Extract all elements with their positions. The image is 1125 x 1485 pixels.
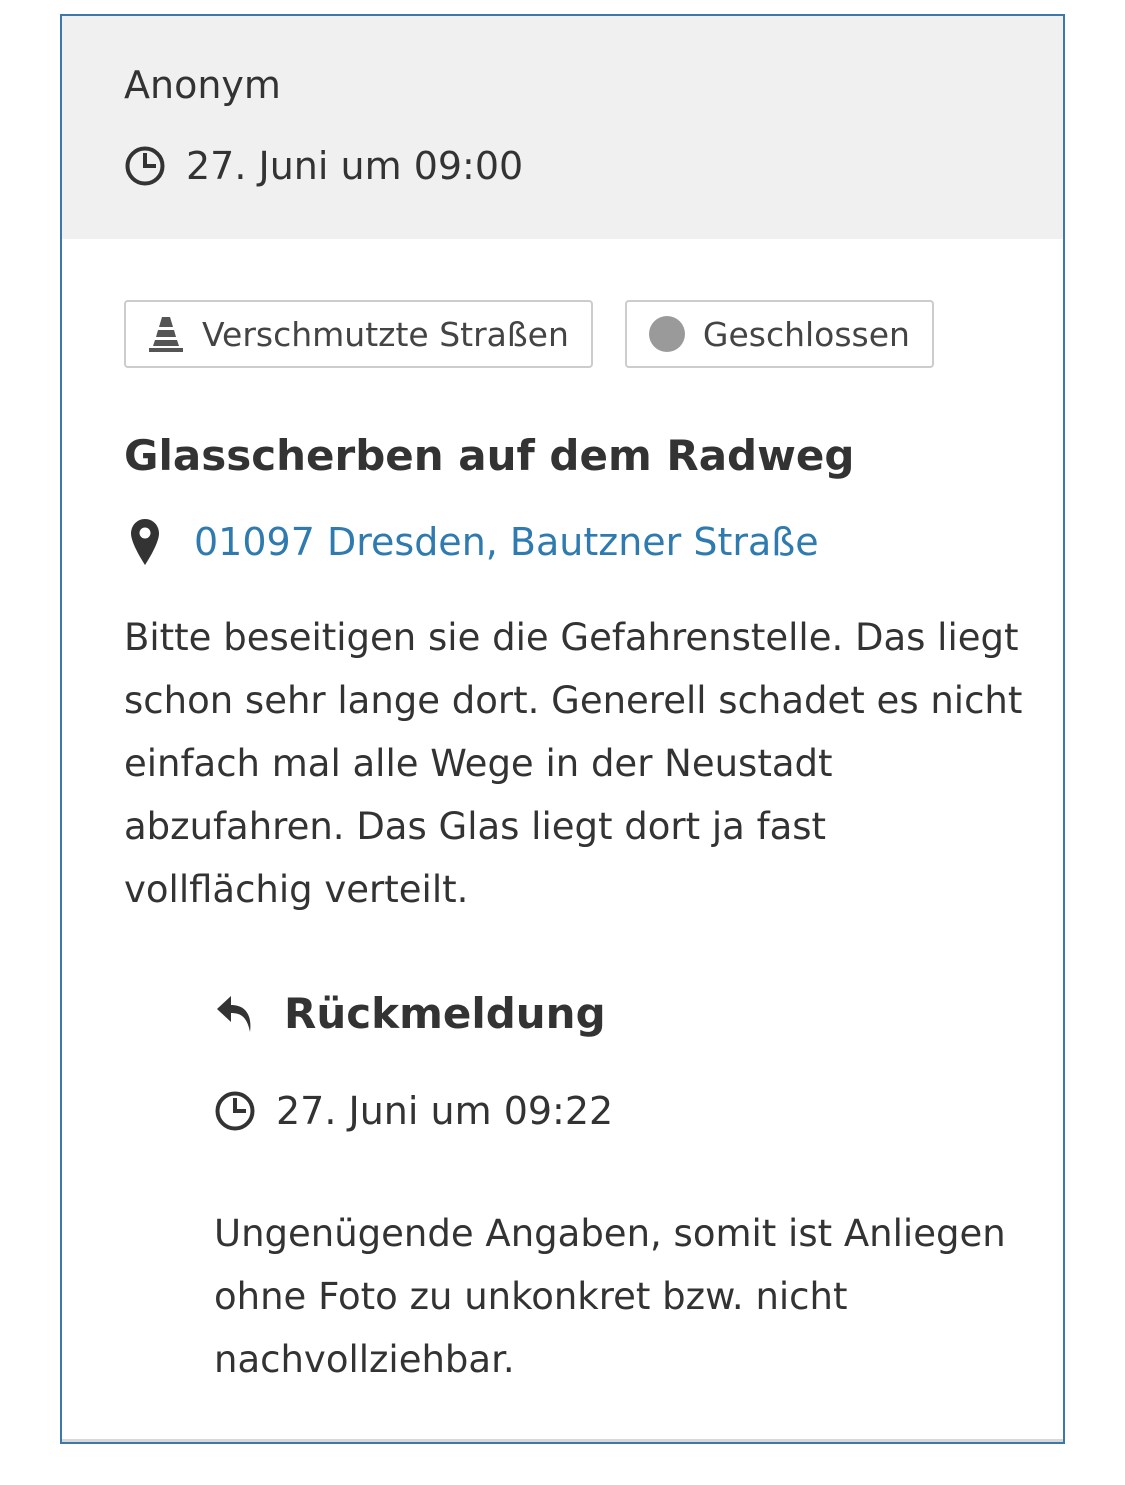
post-timestamp: 27. Juni um 09:00 [124, 141, 523, 191]
report-card: Anonym 27. Juni um 09:00 Verschmutzte St… [60, 14, 1065, 1444]
category-tag-label: Verschmutzte Straßen [202, 314, 569, 354]
clock-icon [214, 1090, 256, 1132]
card-header: Anonym 27. Juni um 09:00 [62, 16, 1063, 239]
location-link[interactable]: 01097 Dresden, Bautzner Straße [194, 514, 819, 570]
report-description: Bitte beseitigen sie die Gefahrenstelle.… [124, 616, 1023, 911]
report-title: Glasscherben auf dem Radweg [124, 431, 855, 480]
tag-list: Verschmutzte Straßen Geschlossen [124, 300, 934, 368]
response-title: Rückmeldung [284, 989, 606, 1038]
author-name: Anonym [124, 63, 281, 107]
status-tag-label: Geschlossen [702, 314, 910, 354]
status-dot-icon [648, 316, 685, 352]
category-tag[interactable]: Verschmutzte Straßen [124, 300, 593, 368]
clock-icon [124, 145, 166, 187]
response-timestamp-text: 27. Juni um 09:22 [276, 1089, 614, 1133]
reply-icon [214, 992, 258, 1036]
card-bottom-divider [62, 1439, 1063, 1442]
status-tag[interactable]: Geschlossen [624, 300, 934, 368]
response-heading: Rückmeldung [214, 984, 606, 1044]
location-row: 01097 Dresden, Bautzner Straße [130, 514, 819, 570]
response-timestamp: 27. Juni um 09:22 [214, 1086, 613, 1136]
response-text: Ungenügende Angaben, somit ist Anliegen … [214, 1212, 1006, 1381]
post-timestamp-text: 27. Juni um 09:00 [186, 144, 524, 188]
traffic-cone-icon [148, 315, 184, 353]
map-pin-icon [130, 518, 160, 566]
